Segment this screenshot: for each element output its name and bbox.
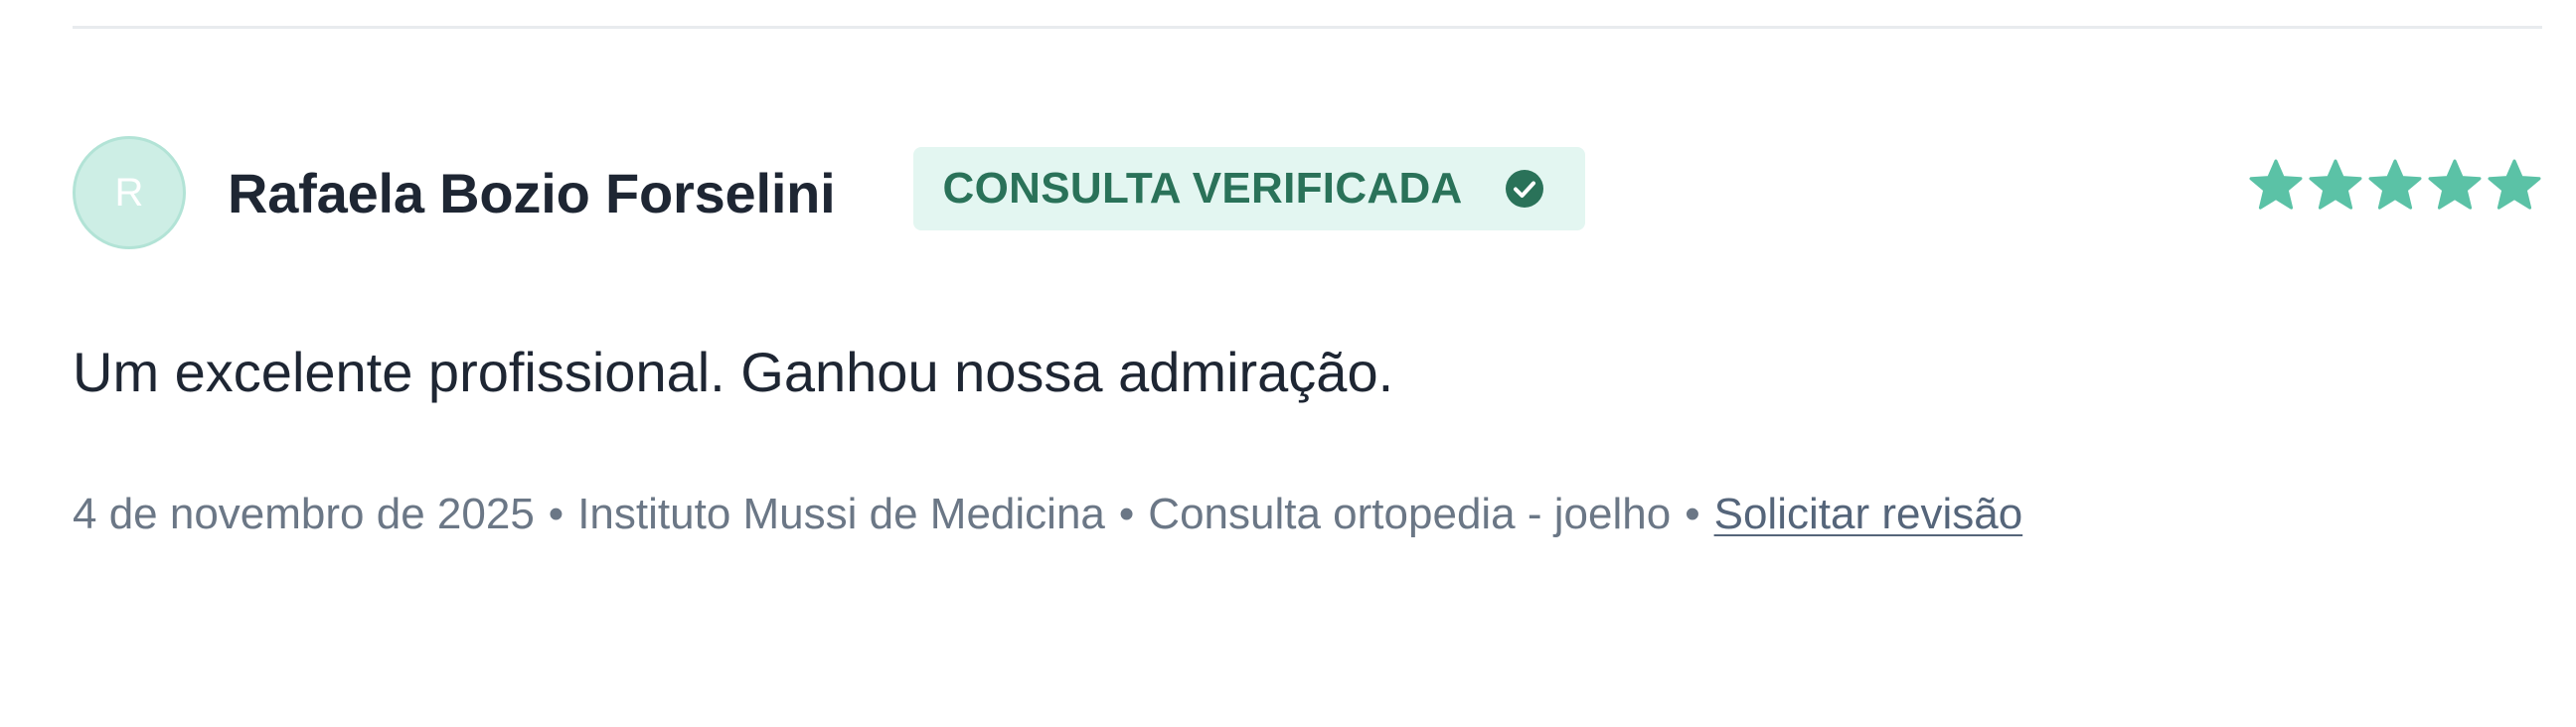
review-meta: 4 de novembro de 2025 • Instituto Mussi de… (73, 484, 2542, 539)
review-service: Consulta ortopedia - joelho (1148, 490, 1672, 538)
review-date: 4 de novembro de 2025 (73, 490, 535, 538)
star-icon (2368, 159, 2422, 210)
meta-separator: • (1685, 490, 1700, 538)
review-header: R Rafaela Bozio Forselini CONSULTA VERIF… (73, 133, 2542, 252)
verified-badge: CONSULTA VERIFICADA (912, 147, 1585, 230)
review-location: Instituto Mussi de Medicina (577, 490, 1105, 538)
review-text: Um excelente profissional. Ganhou nossa … (73, 341, 1394, 403)
star-icon (2428, 159, 2482, 210)
avatar-initial: R (114, 170, 144, 215)
meta-separator: • (548, 490, 564, 538)
star-icon (2309, 159, 2362, 210)
check-circle-icon (1505, 169, 1544, 209)
star-rating (2248, 159, 2542, 215)
verified-badge-label: CONSULTA VERIFICADA (942, 164, 1463, 213)
star-icon (2249, 159, 2303, 210)
request-revision-link[interactable]: Solicitar revisão (1714, 490, 2023, 539)
top-divider (73, 26, 2542, 29)
avatar: R (73, 136, 186, 249)
reviewer-name: Rafaela Bozio Forselini (228, 161, 836, 224)
meta-separator: • (1118, 490, 1135, 538)
star-icon (2488, 159, 2541, 210)
review-card: R Rafaela Bozio Forselini CONSULTA VERIF… (73, 133, 2542, 539)
